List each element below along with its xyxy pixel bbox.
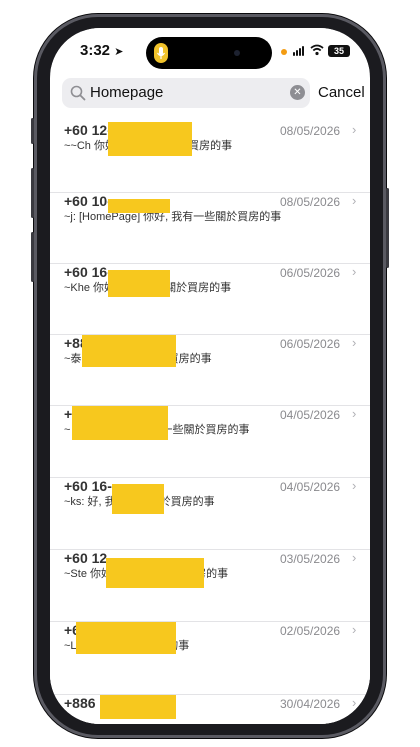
side-button-right — [386, 188, 389, 268]
message-sender: +60 16- — [64, 478, 112, 494]
redaction-block — [76, 622, 176, 654]
privacy-indicator-icon — [281, 49, 287, 55]
message-date: 08/05/2026 — [280, 124, 341, 138]
search-icon — [70, 85, 86, 101]
redaction-block — [108, 270, 170, 297]
search-input[interactable]: Homepage ✕ — [62, 78, 310, 108]
clear-search-icon[interactable]: ✕ — [290, 85, 305, 100]
message-row[interactable]: +65 9 02/05/2026 › ~L 我有一些關於買房的事 — [50, 622, 370, 695]
redaction-block — [100, 695, 176, 719]
message-date: 03/05/2026 — [280, 552, 341, 566]
chevron-right-icon: › — [352, 122, 357, 137]
message-sender: +60 10- — [64, 193, 112, 209]
search-bar: Homepage ✕ Cancel — [50, 78, 370, 114]
message-row[interactable]: +886 30/04/2026 › — [50, 695, 370, 724]
chevron-right-icon: › — [352, 622, 357, 637]
dynamic-island — [146, 37, 272, 69]
chevron-right-icon: › — [352, 550, 357, 565]
side-button-left-3 — [31, 232, 34, 282]
status-time: 3:32 ➤ — [80, 42, 124, 59]
redaction-block — [108, 199, 170, 213]
message-sender: +60 12- — [64, 122, 112, 138]
message-row[interactable]: +60 12- 08/05/2026 › ~~Ch 你好, 我有一些關於買房的事 — [50, 122, 370, 193]
microphone-indicator-icon — [154, 43, 168, 63]
cellular-signal-icon — [293, 46, 304, 56]
chevron-right-icon: › — [352, 478, 357, 493]
message-row[interactable]: +886 06/05/2026 › ~泰 好, 我有一些關於買房的事 — [50, 335, 370, 406]
message-sender: +60 12- — [64, 550, 112, 566]
redaction-block — [106, 558, 204, 588]
message-row[interactable]: +60 16- 06/05/2026 › ~Khe 你好, 我有一些關於買房的事 — [50, 264, 370, 335]
chevron-right-icon: › — [352, 406, 357, 421]
battery-icon: 35 — [328, 45, 350, 57]
redaction-block — [108, 122, 192, 156]
cancel-button[interactable]: Cancel — [318, 84, 365, 101]
message-date: 30/04/2026 — [280, 697, 341, 711]
redaction-block — [82, 335, 176, 367]
message-row[interactable]: +65 04/05/2026 › ~ ePage] 你好, 我有一些關於買房的事 — [50, 406, 370, 478]
side-button-left-1 — [31, 118, 34, 144]
message-list: +60 12- 08/05/2026 › ~~Ch 你好, 我有一些關於買房的事… — [50, 122, 370, 724]
message-preview: ~~Ch 你好, 我有一些關於買房的事 — [64, 140, 232, 152]
location-arrow-icon: ➤ — [114, 46, 124, 58]
message-preview: ~Khe 你好, 我有一些關於買房的事 — [64, 282, 232, 294]
message-date: 04/05/2026 — [280, 408, 341, 422]
search-query-text: Homepage — [90, 84, 164, 101]
message-preview: ~ks: 好, 我有一些關於買房的事 — [64, 496, 215, 508]
screen: 3:32 ➤ 35 Homepage ✕ Cancel +60 12- 08/0… — [50, 28, 370, 724]
message-sender: +60 16- — [64, 264, 112, 280]
message-date: 02/05/2026 — [280, 624, 341, 638]
message-date: 04/05/2026 — [280, 480, 341, 494]
message-row[interactable]: +60 16- 04/05/2026 › ~ks: 好, 我有一些關於買房的事 — [50, 478, 370, 550]
side-button-left-2 — [31, 168, 34, 218]
wifi-icon — [310, 44, 324, 56]
message-date: 06/05/2026 — [280, 337, 341, 351]
message-preview: ~j: [HomePage] 你好, 我有一些關於買房的事 — [64, 211, 282, 223]
front-camera-icon — [234, 50, 240, 56]
redaction-block — [72, 406, 168, 440]
message-row[interactable]: +60 12- 03/05/2026 › ~Ste 你好, 我有一些關於買房的事 — [50, 550, 370, 622]
message-row[interactable]: +60 10- 08/05/2026 › ~j: [HomePage] 你好, … — [50, 193, 370, 264]
chevron-right-icon: › — [352, 695, 357, 710]
message-sender: +886 — [64, 695, 96, 711]
chevron-right-icon: › — [352, 335, 357, 350]
message-date: 06/05/2026 — [280, 266, 341, 280]
chevron-right-icon: › — [352, 264, 357, 279]
redaction-block — [112, 484, 164, 514]
status-bar: 3:32 ➤ 35 — [50, 28, 370, 72]
message-date: 08/05/2026 — [280, 195, 341, 209]
chevron-right-icon: › — [352, 193, 357, 208]
